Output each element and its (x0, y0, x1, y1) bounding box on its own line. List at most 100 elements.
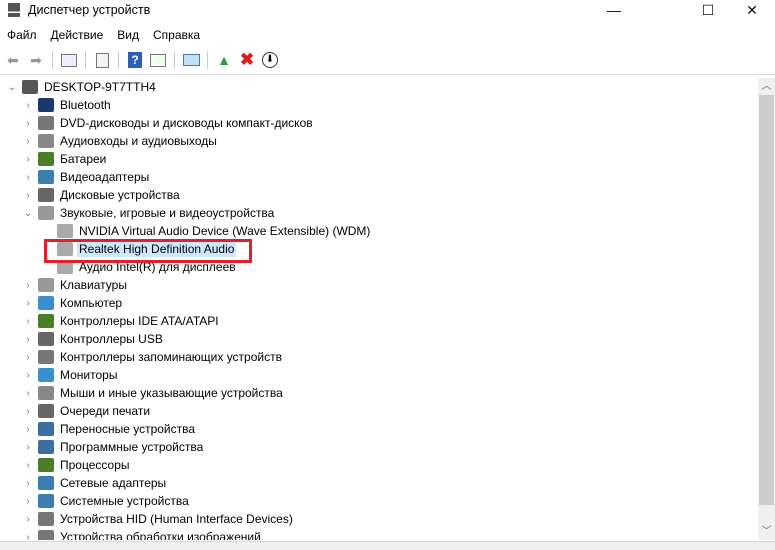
separator (174, 51, 175, 69)
device-icon (38, 98, 54, 112)
tree-item[interactable]: › Устройства обработки изображений (22, 528, 263, 540)
tree-item[interactable]: › Устройства HID (Human Interface Devices… (22, 510, 295, 528)
divider (0, 74, 775, 75)
expand-chevron-icon[interactable]: › (22, 118, 34, 129)
device-icon (38, 116, 54, 130)
tree-item[interactable]: › Видеоадаптеры (22, 168, 151, 186)
collapse-chevron-icon[interactable]: ⌄ (22, 208, 34, 219)
device-icon (38, 422, 54, 436)
tree-item[interactable]: › Мыши и иные указывающие устройства (22, 384, 285, 402)
expand-chevron-icon[interactable]: › (22, 334, 34, 345)
tree-root[interactable]: ⌄ DESKTOP-9T7TTH4 (6, 78, 158, 96)
tree-item[interactable]: › Программные устройства (22, 438, 205, 456)
device-tree[interactable]: ⌄ DESKTOP-9T7TTH4 › Bluetooth › DVD-дисководы… (0, 78, 758, 540)
tree-item[interactable]: › Аудиовходы и аудиовыходы (22, 132, 219, 150)
tree-item-label: Видеоадаптеры (60, 170, 150, 184)
vertical-scrollbar[interactable]: ︿ ﹀ (758, 78, 775, 540)
tree-item[interactable]: › Клавиатуры (22, 276, 129, 294)
expand-chevron-icon[interactable]: › (22, 460, 34, 471)
tree-item[interactable]: › Батареи (22, 150, 108, 168)
tree-item[interactable]: › Переносные устройства (22, 420, 197, 438)
properties-icon[interactable] (92, 50, 112, 70)
menu-help[interactable]: Справка (146, 26, 207, 44)
minimize-button[interactable]: — (591, 0, 637, 22)
scroll-thumb[interactable] (759, 95, 774, 505)
expand-chevron-icon[interactable]: › (22, 136, 34, 147)
tree-item[interactable]: › Очереди печати (22, 402, 152, 420)
expand-chevron-icon[interactable]: › (22, 352, 34, 363)
menu-file[interactable]: Файл (0, 26, 44, 44)
tree-item-label: Сетевые адаптеры (60, 476, 167, 490)
device-icon (38, 350, 54, 364)
tree-item[interactable]: › Компьютер (22, 294, 124, 312)
device-icon (38, 152, 54, 166)
help-icon[interactable]: ? (125, 50, 145, 70)
uninstall-icon[interactable]: ✖ (237, 50, 257, 70)
device-icon (38, 530, 54, 540)
device-icon (38, 278, 54, 292)
tree-item[interactable]: › Системные устройства (22, 492, 191, 510)
tree-item-label: Мыши и иные указывающие устройства (60, 386, 283, 400)
tree-item[interactable]: › DVD-дисководы и дисководы компакт-диско… (22, 114, 315, 132)
device-icon (57, 224, 73, 238)
expand-chevron-icon[interactable]: › (22, 280, 34, 291)
separator (207, 51, 208, 69)
tree-item[interactable]: › Bluetooth (22, 96, 113, 114)
tree-item-label: Компьютер (60, 296, 123, 310)
tree-item-label: Клавиатуры (60, 278, 127, 292)
scan-hardware-icon[interactable] (181, 50, 201, 70)
tree-item[interactable]: › Контроллеры IDE ATA/ATAPI (22, 312, 221, 330)
tree-item[interactable]: › Сетевые адаптеры (22, 474, 168, 492)
highlight-box (44, 239, 252, 263)
expand-chevron-icon[interactable]: › (22, 406, 34, 417)
expand-chevron-icon[interactable]: › (22, 100, 34, 111)
device-icon (38, 188, 54, 202)
forward-icon[interactable]: ➡ (26, 50, 46, 70)
maximize-button[interactable]: ☐ (685, 0, 731, 22)
tree-item-label: Переносные устройства (60, 422, 196, 436)
close-button[interactable]: ✕ (729, 0, 775, 22)
expand-chevron-icon[interactable]: › (22, 442, 34, 453)
scroll-up-icon[interactable]: ︿ (758, 78, 775, 95)
expand-chevron-icon[interactable]: › (22, 532, 34, 541)
tree-child-item[interactable]: NVIDIA Virtual Audio Device (Wave Extens… (41, 222, 372, 240)
tree-item-label: Мониторы (60, 368, 118, 382)
expand-chevron-icon[interactable]: › (22, 514, 34, 525)
tree-item[interactable]: › Контроллеры USB (22, 330, 165, 348)
expand-chevron-icon[interactable]: › (22, 370, 34, 381)
tree-item[interactable]: › Дисковые устройства (22, 186, 182, 204)
expand-chevron-icon[interactable]: › (22, 424, 34, 435)
tree-item-label: Аудиовходы и аудиовыходы (60, 134, 217, 148)
scroll-down-icon[interactable]: ﹀ (758, 523, 775, 540)
device-icon (38, 494, 54, 508)
tree-item[interactable]: › Процессоры (22, 456, 132, 474)
window-title: Диспетчер устройств (28, 3, 151, 17)
expand-chevron-icon[interactable]: › (22, 388, 34, 399)
tree-item-label: Контроллеры запоминающих устройств (60, 350, 282, 364)
tree-item[interactable]: › Мониторы (22, 366, 119, 384)
tree-item-label: Программные устройства (60, 440, 204, 454)
tree-item[interactable]: ⌄ Звуковые, игровые и видеоустройства (22, 204, 276, 222)
expand-chevron-icon[interactable]: › (22, 496, 34, 507)
console-tree-icon[interactable] (59, 50, 79, 70)
tree-item-label: Очереди печати (60, 404, 151, 418)
action-pane-icon[interactable] (148, 50, 168, 70)
back-icon[interactable]: ⬅ (3, 50, 23, 70)
expand-chevron-icon[interactable]: › (22, 298, 34, 309)
device-manager-icon (8, 3, 20, 17)
tree-item-label: Bluetooth (60, 98, 111, 112)
update-driver-icon[interactable]: ▲ (214, 50, 234, 70)
expand-chevron-icon[interactable]: › (22, 190, 34, 201)
disable-icon[interactable]: ⬇ (260, 50, 280, 70)
expand-chevron-icon[interactable]: › (22, 154, 34, 165)
collapse-chevron-icon[interactable]: ⌄ (6, 82, 18, 93)
expand-chevron-icon[interactable]: › (22, 172, 34, 183)
device-icon (38, 404, 54, 418)
tree-item-label: Дисковые устройства (60, 188, 180, 202)
menu-action[interactable]: Действие (44, 26, 111, 44)
expand-chevron-icon[interactable]: › (22, 478, 34, 489)
menu-view[interactable]: Вид (110, 26, 146, 44)
expand-chevron-icon[interactable]: › (22, 316, 34, 327)
tree-item[interactable]: › Контроллеры запоминающих устройств (22, 348, 284, 366)
tree-item-label: Контроллеры USB (60, 332, 163, 346)
